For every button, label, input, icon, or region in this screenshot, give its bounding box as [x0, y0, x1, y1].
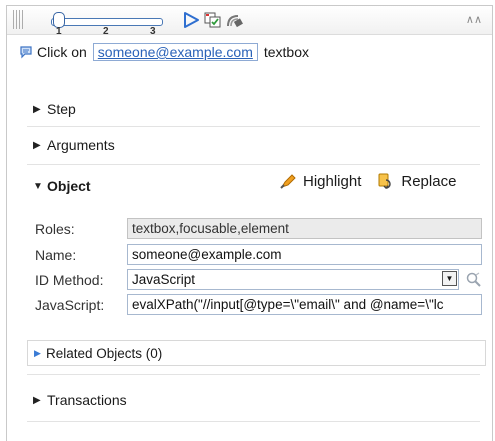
- magnifier-icon[interactable]: [465, 271, 483, 289]
- arguments-section-header[interactable]: ▶ Arguments: [33, 134, 115, 156]
- satellite-icon[interactable]: [225, 11, 245, 29]
- step-target-type: textbox: [263, 44, 309, 60]
- record-icon[interactable]: [203, 11, 223, 29]
- step-slider-track[interactable]: [51, 18, 163, 26]
- step-target-link[interactable]: someone@example.com: [92, 43, 258, 61]
- replace-label: Replace: [401, 172, 457, 190]
- step-section: ▶ Step: [27, 90, 480, 127]
- transactions-section: ▶ Transactions: [27, 374, 480, 422]
- arguments-section: ▶ Arguments: [27, 126, 480, 165]
- name-row: Name: someone@example.com: [35, 244, 482, 265]
- object-section-header[interactable]: ▼ Object: [33, 178, 91, 194]
- roles-row: Roles: textbox,focusable,element: [35, 218, 482, 239]
- step-action-text: Click on: [37, 44, 87, 60]
- grip-icon[interactable]: [13, 10, 25, 29]
- transactions-section-header[interactable]: ▶ Transactions: [33, 389, 127, 411]
- javascript-row: JavaScript: evalXPath("//input[@type=\"e…: [35, 294, 482, 315]
- step-details-panel: 1 2 3 ∧∧ Click on someone@example.com te…: [6, 5, 493, 441]
- name-label: Name:: [35, 246, 77, 263]
- step-section-header[interactable]: ▶ Step: [33, 98, 76, 120]
- id-method-select[interactable]: JavaScript ▼: [127, 269, 459, 290]
- speech-bubble-icon: [20, 46, 32, 59]
- roles-label: Roles:: [35, 220, 75, 237]
- id-method-row: ID Method: JavaScript ▼: [35, 269, 483, 290]
- javascript-label: JavaScript:: [35, 296, 105, 313]
- javascript-field[interactable]: evalXPath("//input[@type=\"email\" and @…: [127, 294, 482, 315]
- slider-tick-1: 1: [56, 26, 62, 37]
- highlight-button[interactable]: Highlight: [279, 172, 361, 190]
- slider-tick-3: 3: [150, 26, 156, 37]
- highlighter-icon: [280, 174, 296, 189]
- related-objects-title: Related Objects (0): [46, 345, 163, 361]
- id-method-label: ID Method:: [35, 271, 104, 288]
- arguments-section-title: Arguments: [47, 137, 115, 153]
- replace-button[interactable]: Replace: [377, 172, 456, 190]
- roles-field: textbox,focusable,element: [127, 218, 482, 239]
- object-section-title: Object: [47, 178, 91, 194]
- collapse-triangle-icon: ▼: [33, 180, 43, 192]
- related-objects-section[interactable]: ▶ Related Objects (0): [27, 340, 486, 366]
- replace-icon: [378, 173, 392, 190]
- object-actions: Highlight Replace: [279, 172, 456, 190]
- slider-tick-2: 2: [103, 26, 109, 37]
- play-icon[interactable]: [181, 11, 201, 29]
- toolbar: 1 2 3 ∧∧: [7, 6, 492, 37]
- collapse-icon[interactable]: ∧∧: [466, 13, 482, 26]
- expand-triangle-icon: ▶: [33, 394, 41, 406]
- name-field[interactable]: someone@example.com: [127, 244, 482, 265]
- id-method-value: JavaScript: [127, 269, 459, 290]
- transactions-section-title: Transactions: [47, 392, 127, 408]
- step-summary: Click on someone@example.com textbox: [19, 43, 309, 61]
- expand-triangle-icon: ▶: [34, 347, 41, 358]
- expand-triangle-icon: ▶: [33, 103, 41, 115]
- highlight-label: Highlight: [303, 172, 362, 190]
- expand-triangle-icon: ▶: [33, 139, 41, 151]
- step-section-title: Step: [47, 101, 76, 117]
- chevron-down-icon[interactable]: ▼: [442, 271, 457, 286]
